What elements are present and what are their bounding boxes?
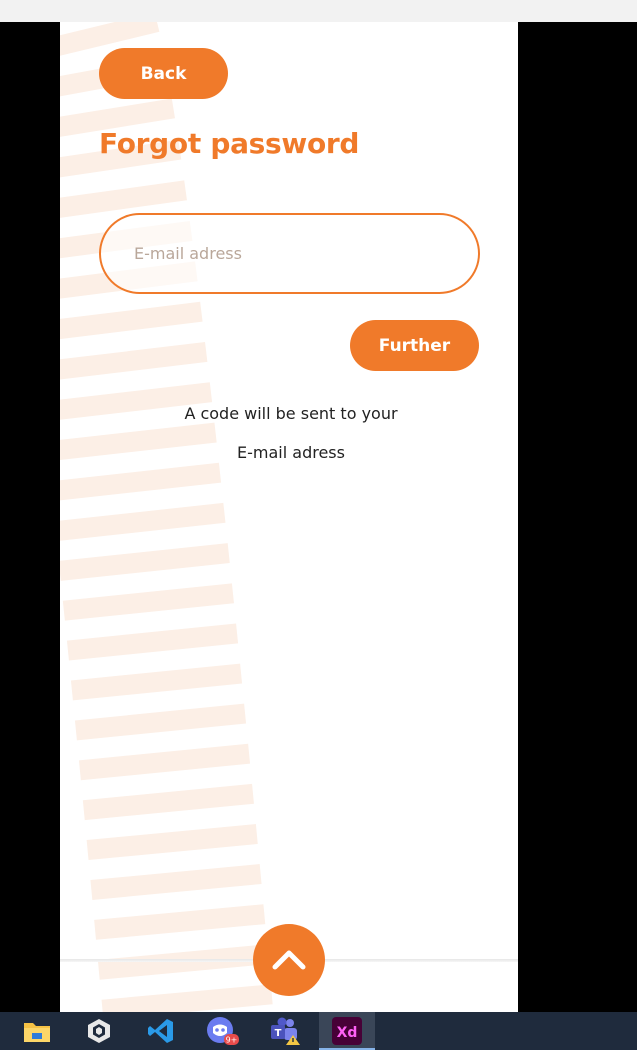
further-button[interactable]: Further: [350, 320, 479, 371]
vscode-icon: [148, 1019, 173, 1043]
chevron-up-icon: [272, 950, 306, 970]
discord-badge-text: 9+: [226, 1036, 238, 1045]
discord-icon: 9+: [207, 1017, 239, 1045]
hint-line-2: E-mail adress: [237, 443, 345, 462]
teams-icon: T: [271, 1017, 300, 1045]
email-input[interactable]: [134, 244, 434, 263]
page-title: Forgot password: [99, 127, 360, 160]
railway-track-decoration: [60, 22, 273, 1012]
taskbar-adobe-xd[interactable]: Xd: [319, 1012, 375, 1050]
taskbar-unity[interactable]: [71, 1012, 127, 1050]
back-button[interactable]: Back: [99, 48, 228, 99]
svg-text:T: T: [275, 1028, 282, 1039]
email-field[interactable]: [99, 213, 480, 294]
taskbar-discord[interactable]: 9+: [195, 1012, 251, 1050]
taskbar-teams[interactable]: T: [257, 1012, 313, 1050]
taskbar-file-explorer[interactable]: [9, 1012, 65, 1050]
code-sent-hint: A code will be sent to your E-mail adres…: [60, 394, 518, 472]
window-top-bar: [0, 0, 637, 22]
taskbar: 9+ T Xd: [0, 1012, 637, 1050]
hint-line-1: A code will be sent to your: [184, 404, 398, 423]
taskbar-vscode[interactable]: [133, 1012, 189, 1050]
app-screen: Back Forgot password Further A code will…: [60, 22, 518, 1012]
adobe-xd-icon: Xd: [332, 1017, 362, 1045]
unity-icon: [88, 1019, 110, 1043]
adobe-xd-label: Xd: [337, 1025, 358, 1041]
file-explorer-icon: [24, 1023, 50, 1042]
scroll-top-button[interactable]: [253, 924, 325, 996]
